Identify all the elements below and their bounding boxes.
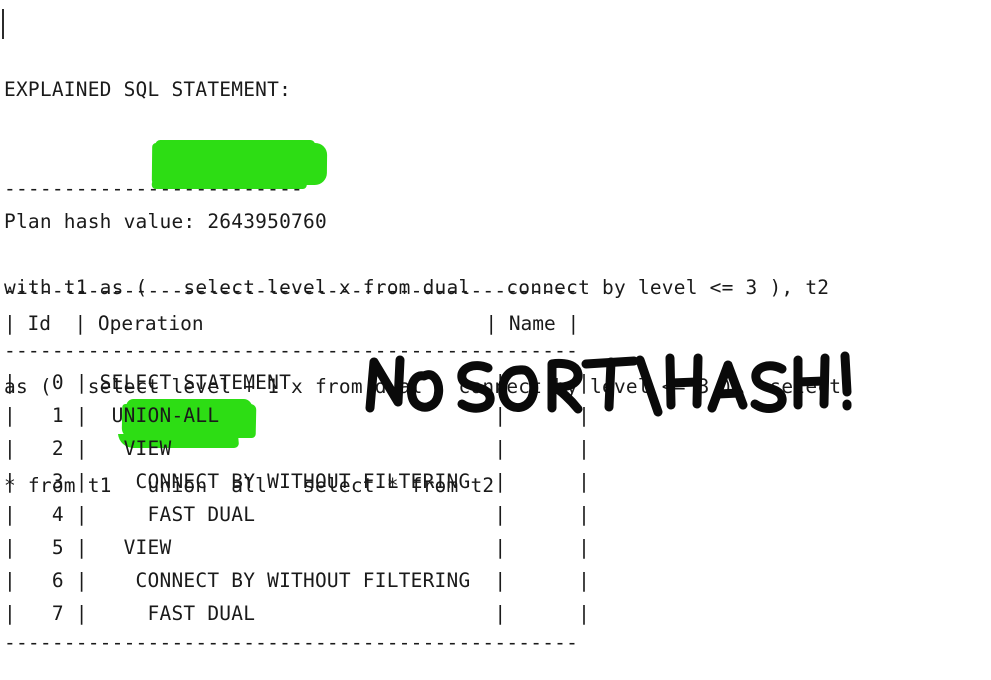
text-caret — [2, 9, 4, 39]
title-underline: ------------------------- — [4, 177, 303, 200]
table-row: | 7 | FAST DUAL | | — [4, 602, 591, 625]
table-row: | 3 | CONNECT BY WITHOUT FILTERING | | — [4, 470, 591, 493]
table-row: | 5 | VIEW | | — [4, 536, 591, 559]
table-header-row: | Id | Operation | Name | — [4, 312, 580, 335]
table-header-rule: ----------------------------------------… — [4, 339, 579, 362]
table-bottom-rule: ----------------------------------------… — [4, 631, 579, 654]
page-title: EXPLAINED SQL STATEMENT: — [4, 78, 292, 101]
execution-plan-table: ----------------------------------------… — [4, 272, 590, 654]
table-row: | 1 | UNION-ALL | | — [4, 404, 591, 427]
table-row: | 6 | CONNECT BY WITHOUT FILTERING | | — [4, 569, 591, 592]
plan-hash-value-line: Plan hash value: 2643950760 — [4, 210, 327, 233]
table-row: | 2 | VIEW | | — [4, 437, 591, 460]
table-row: | 4 | FAST DUAL | | — [4, 503, 591, 526]
table-row: | 0 | SELECT STATEMENT | | — [4, 371, 591, 394]
table-top-rule: ----------------------------------------… — [4, 279, 579, 302]
